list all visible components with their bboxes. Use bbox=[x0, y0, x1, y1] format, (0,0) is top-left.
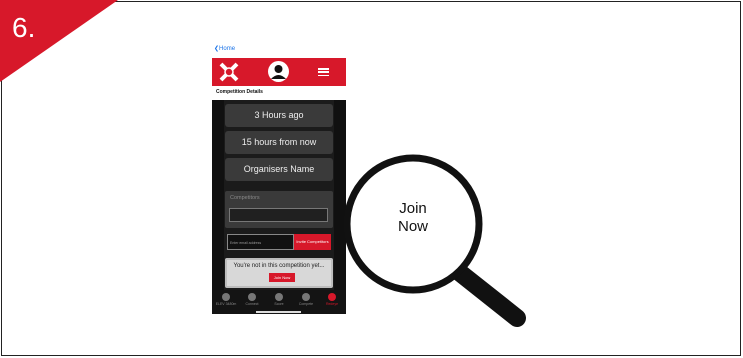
magnifier-label: Join Now bbox=[357, 200, 469, 236]
magnifier-label-line2: Now bbox=[397, 218, 428, 235]
magnifier-label-line1: Join bbox=[399, 200, 427, 217]
magnifier-icon bbox=[343, 154, 526, 327]
